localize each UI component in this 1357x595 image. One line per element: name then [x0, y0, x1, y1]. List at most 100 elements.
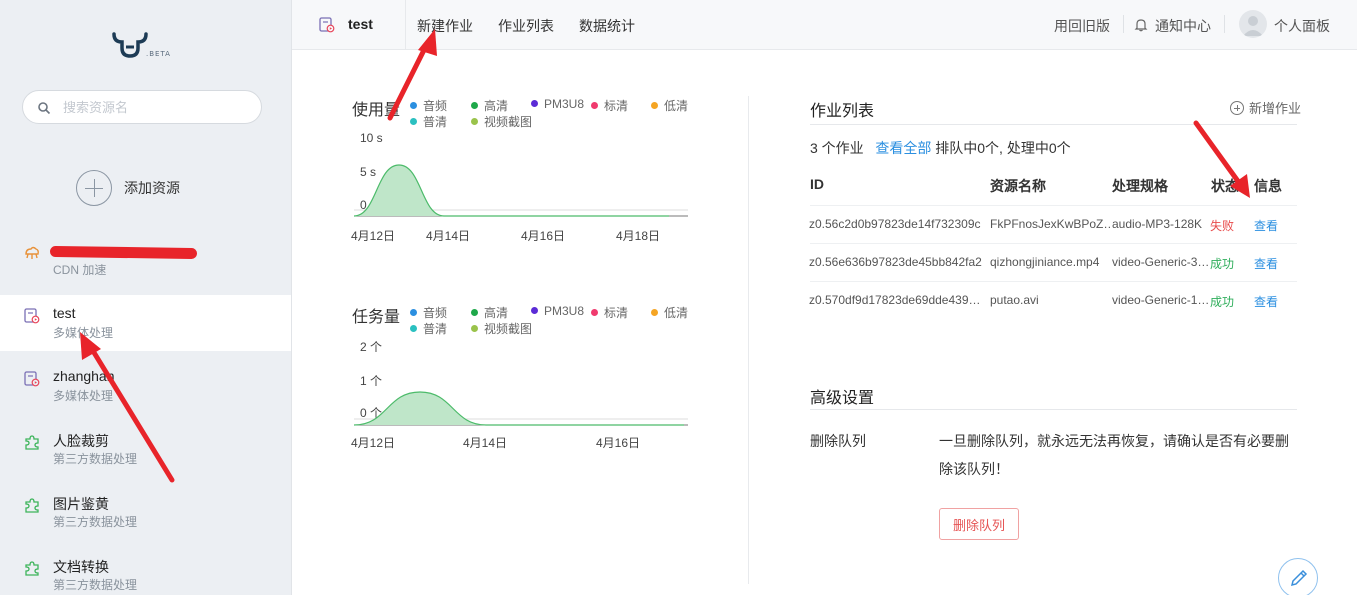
column-header-spec: 处理规格 [1112, 178, 1168, 194]
logo[interactable]: .BETA [110, 30, 174, 60]
divider [1224, 15, 1225, 33]
delete-queue-label: 删除队列 [810, 433, 866, 449]
divider [810, 281, 1297, 282]
job-spec: video-Generic-3… [1112, 255, 1209, 269]
queue-status: 排队中0个, 处理中0个 [935, 140, 1071, 156]
sidebar-item-type: 多媒体处理 [53, 326, 114, 340]
view-link[interactable]: 查看 [1254, 217, 1278, 234]
legend-label: 音频 [423, 306, 448, 320]
personal-panel-link[interactable]: 个人面板 [1274, 16, 1330, 36]
x-tick-label: 4月16日 [521, 229, 566, 243]
x-tick-label: 4月14日 [426, 229, 471, 243]
status-badge: 成功 [1210, 295, 1235, 309]
legend-item[interactable]: 视频截图 [471, 320, 532, 337]
sidebar-item-cdn[interactable]: CDN 加速 [0, 232, 291, 288]
legend-item[interactable]: 标清 [591, 304, 628, 321]
new-job-label: 新增作业 [1249, 101, 1302, 116]
job-list-title: 作业列表 [810, 103, 875, 120]
sidebar-item-name: 图片鉴黄 [53, 496, 109, 512]
usage-chart-legend: 音频 高清 PM3U8 标清 低清 普清 视频截图 [410, 97, 700, 131]
legend-label: 高清 [484, 99, 509, 113]
sidebar-item-image-moderation[interactable]: 图片鉴黄 第三方数据处理 [0, 484, 291, 540]
cdn-icon [25, 246, 39, 259]
legend-label: 普清 [423, 115, 448, 129]
legend-label: 标清 [604, 99, 629, 113]
area-series-高清 [354, 165, 669, 216]
search-input[interactable] [63, 97, 253, 117]
resource-search[interactable] [22, 90, 262, 124]
sidebar-item-face-crop[interactable]: 人脸裁剪 第三方数据处理 [0, 421, 291, 477]
job-id: z0.570df9d17823de69dde439… [809, 293, 981, 307]
status-badge: 成功 [1210, 257, 1235, 271]
plus-icon [76, 170, 112, 206]
legend-item[interactable]: 低清 [651, 304, 688, 321]
divider [810, 205, 1297, 206]
old-version-link[interactable]: 用回旧版 [1054, 16, 1110, 36]
legend-item[interactable]: 普清 [410, 113, 447, 130]
notifications-link[interactable]: 通知中心 [1155, 16, 1211, 36]
legend-item[interactable]: PM3U8 [531, 97, 584, 111]
app-title: test [348, 16, 373, 32]
divider [748, 96, 749, 584]
status-badge: 失败 [1210, 219, 1235, 233]
legend-dot [410, 102, 417, 109]
legend-item[interactable]: 普清 [410, 320, 447, 337]
legend-item[interactable]: 标清 [591, 97, 628, 114]
sidebar: .BETA 添加资源 CDN 加速 test 多媒体处理 [0, 0, 292, 595]
divider [810, 409, 1297, 410]
legend-item[interactable]: 音频 [410, 304, 447, 321]
puzzle-plugin-icon [25, 498, 39, 513]
legend-item[interactable]: 音频 [410, 97, 447, 114]
legend-label: 音频 [423, 99, 448, 113]
sidebar-item-zhanghan[interactable]: zhanghan 多媒体处理 [0, 358, 291, 414]
usage-chart [353, 164, 688, 217]
nav-statistics[interactable]: 数据统计 [579, 16, 635, 36]
column-header-info: 信息 [1254, 178, 1282, 194]
sidebar-item-name: test [53, 305, 76, 321]
column-header-status: 状态 [1211, 178, 1239, 194]
new-job-button[interactable]: 新增作业 [1230, 98, 1301, 117]
job-spec: video-Generic-1… [1112, 293, 1209, 307]
legend-item[interactable]: 视频截图 [471, 113, 532, 130]
delete-queue-button[interactable]: 删除队列 [939, 508, 1019, 540]
nav-new-job[interactable]: 新建作业 [417, 16, 473, 36]
legend-dot [651, 309, 658, 316]
legend-item[interactable]: 低清 [651, 97, 688, 114]
sidebar-item-type: 第三方数据处理 [53, 578, 138, 592]
bull-logo-icon [112, 32, 148, 58]
view-all-link[interactable]: 查看全部 [875, 140, 931, 156]
legend-dot [591, 102, 598, 109]
view-link[interactable]: 查看 [1254, 293, 1278, 310]
sidebar-item-name: 文档转换 [53, 559, 109, 575]
job-spec: audio-MP3-128K [1112, 217, 1203, 231]
x-tick-label: 4月12日 [351, 229, 396, 243]
view-link[interactable]: 查看 [1254, 255, 1278, 272]
column-header-id: ID [810, 176, 824, 192]
job-count: 3 个作业 [810, 140, 864, 156]
job-summary: 3 个作业 查看全部 排队中0个, 处理中0个 [810, 138, 1071, 158]
divider [1123, 15, 1124, 33]
legend-label: 视频截图 [484, 115, 533, 129]
job-resource: qizhongjiniance.mp4 [990, 255, 1100, 269]
sidebar-item-test[interactable]: test 多媒体处理 [0, 295, 291, 351]
legend-item[interactable]: 高清 [471, 97, 508, 114]
pencil-icon [1290, 569, 1308, 587]
task-chart [353, 391, 688, 426]
media-processing-icon [24, 371, 40, 387]
sidebar-item-name: zhanghan [53, 368, 115, 384]
sidebar-item-doc-convert[interactable]: 文档转换 第三方数据处理 [0, 547, 291, 595]
bell-icon[interactable] [1134, 17, 1148, 32]
avatar[interactable] [1239, 10, 1267, 38]
task-chart-title: 任务量 [352, 309, 401, 326]
legend-label: 低清 [664, 306, 689, 320]
legend-label: 高清 [484, 306, 509, 320]
legend-item[interactable]: PM3U8 [531, 304, 584, 318]
add-resource-button[interactable]: 添加资源 [76, 170, 180, 206]
column-header-resource: 资源名称 [990, 178, 1046, 194]
delete-queue-description: 一旦删除队列，就永远无法再恢复，请确认是否有必要删除该队列！ [939, 433, 1289, 477]
nav-job-list[interactable]: 作业列表 [498, 16, 554, 36]
x-tick-label: 4月16日 [596, 436, 641, 450]
legend-item[interactable]: 高清 [471, 304, 508, 321]
edit-button[interactable] [1278, 558, 1318, 595]
x-tick-label: 4月14日 [463, 436, 508, 450]
